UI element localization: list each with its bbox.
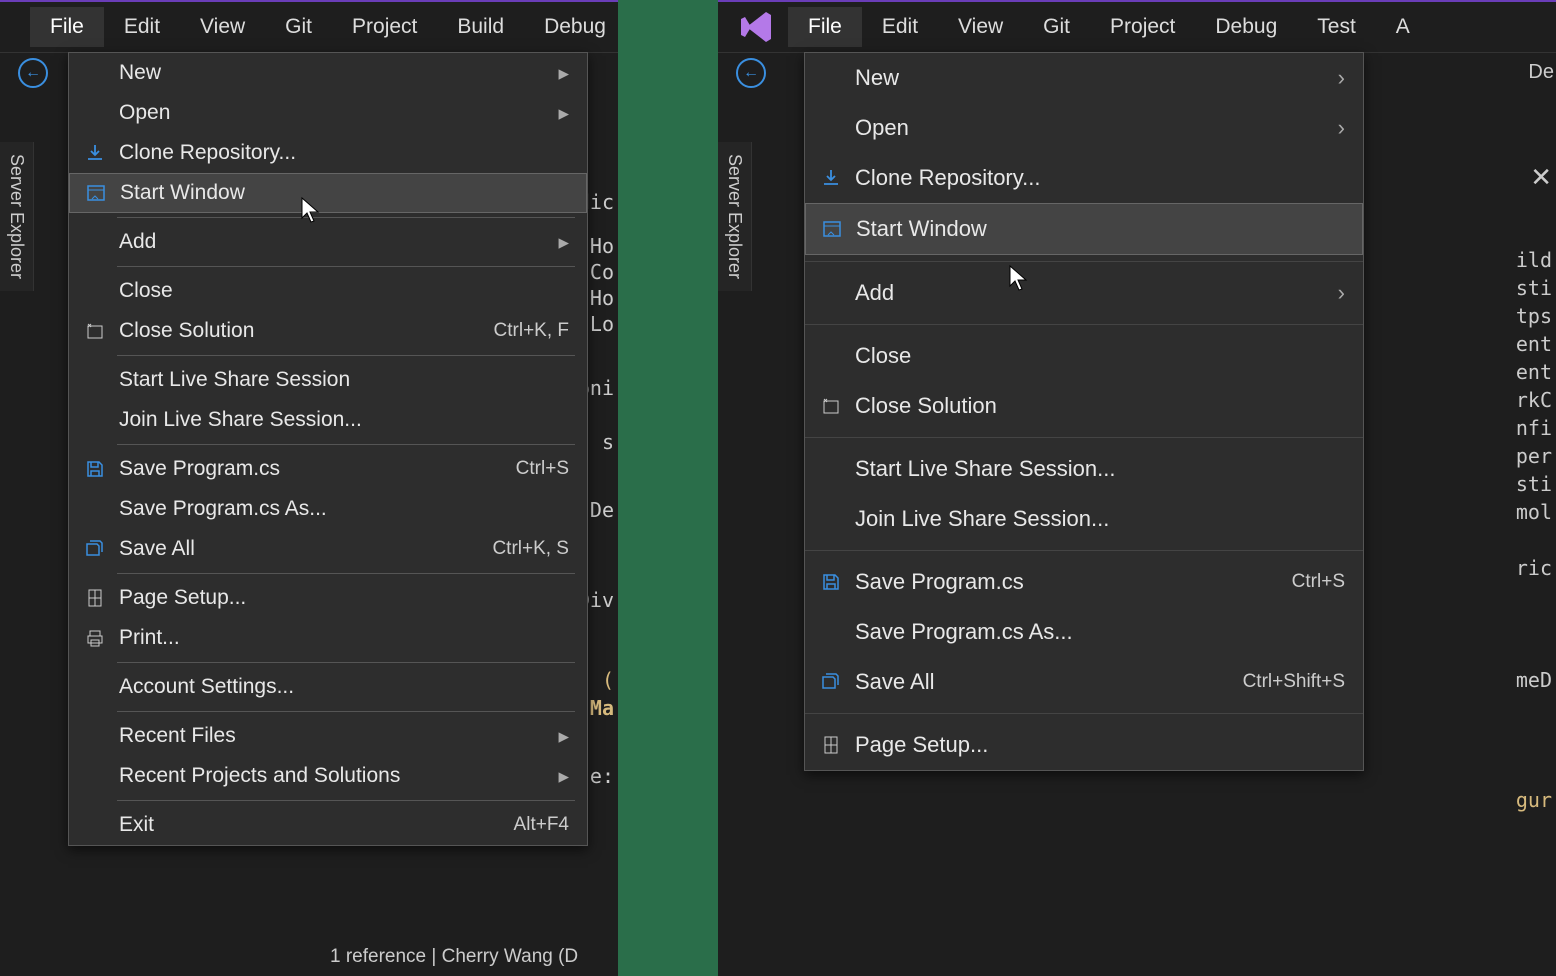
close-solution-icon (813, 394, 849, 418)
menu-edit[interactable]: Edit (862, 7, 938, 47)
menu-project[interactable]: Project (1090, 7, 1195, 47)
menu-view[interactable]: View (938, 7, 1023, 47)
menu-new[interactable]: New› (805, 53, 1363, 103)
menubar: PRE File Edit View Git Project Build Deb… (0, 2, 618, 52)
menu-start-window[interactable]: Start Window (69, 173, 587, 213)
menu-close-solution[interactable]: Close Solution (805, 381, 1363, 431)
menu-save[interactable]: Save Program.csCtrl+S (69, 449, 587, 489)
file-menu-dropdown: New▸ Open▸ Clone Repository... Start Win… (68, 52, 588, 846)
save-icon (813, 570, 849, 594)
menu-print[interactable]: Print... (69, 618, 587, 658)
menu-add[interactable]: Add› (805, 268, 1363, 318)
menu-build[interactable]: Build (437, 7, 524, 47)
download-icon (813, 166, 849, 190)
menu-close-solution[interactable]: Close SolutionCtrl+K, F (69, 311, 587, 351)
menu-clone[interactable]: Clone Repository... (805, 153, 1363, 203)
menu-save[interactable]: Save Program.csCtrl+S (805, 557, 1363, 607)
menu-save-all[interactable]: Save AllCtrl+K, S (69, 529, 587, 569)
code-fragment: mol (1512, 494, 1556, 530)
menu-open[interactable]: Open› (805, 103, 1363, 153)
code-fragment: ric (1512, 550, 1556, 586)
menu-analyze[interactable]: A (1376, 7, 1430, 47)
close-solution-icon (77, 319, 113, 343)
save-icon (77, 457, 113, 481)
menu-new[interactable]: New▸ (69, 53, 587, 93)
code-fragment: meD (1512, 662, 1556, 698)
menu-clone[interactable]: Clone Repository... (69, 133, 587, 173)
code-fragment: Lo (586, 306, 618, 342)
menu-recent-projects[interactable]: Recent Projects and Solutions▸ (69, 756, 587, 796)
menu-save-all[interactable]: Save AllCtrl+Shift+S (805, 657, 1363, 707)
menu-git[interactable]: Git (265, 7, 332, 47)
chevron-right-icon: ▸ (558, 61, 569, 86)
menu-edit[interactable]: Edit (104, 7, 180, 47)
status-references: 1 reference | Cherry Wang (D (330, 938, 578, 976)
menu-test[interactable]: Test (1297, 7, 1376, 47)
server-explorer-tab[interactable]: Server Explorer (0, 142, 34, 291)
window-home-icon (814, 217, 850, 241)
menu-debug[interactable]: Debug (1195, 7, 1297, 47)
code-fragment: Ma (586, 690, 618, 726)
vs-window-left: PRE File Edit View Git Project Build Deb… (0, 0, 618, 976)
menu-exit[interactable]: ExitAlt+F4 (69, 805, 587, 845)
menu-page-setup[interactable]: Page Setup... (69, 578, 587, 618)
vs-logo-icon (736, 7, 776, 47)
menu-save-as[interactable]: Save Program.cs As... (69, 489, 587, 529)
code-fragment: De (586, 492, 618, 528)
page-setup-icon (77, 586, 113, 610)
menu-start-window[interactable]: Start Window (805, 203, 1363, 255)
chevron-right-icon: › (1338, 115, 1345, 141)
menu-start-live-share[interactable]: Start Live Share Session... (805, 444, 1363, 494)
menu-start-live-share[interactable]: Start Live Share Session (69, 360, 587, 400)
window-home-icon (78, 181, 114, 205)
menu-close[interactable]: Close (69, 271, 587, 311)
menu-add[interactable]: Add▸ (69, 222, 587, 262)
menu-file[interactable]: File (788, 7, 862, 47)
menu-debug[interactable]: Debug (524, 7, 626, 47)
menu-join-live-share[interactable]: Join Live Share Session... (69, 400, 587, 440)
print-icon (77, 626, 113, 650)
menu-close[interactable]: Close (805, 331, 1363, 381)
menu-account-settings[interactable]: Account Settings... (69, 667, 587, 707)
page-setup-icon (813, 733, 849, 757)
menu-view[interactable]: View (180, 7, 265, 47)
save-all-icon (813, 670, 849, 694)
chevron-right-icon: ▸ (558, 101, 569, 126)
chevron-right-icon: › (1338, 65, 1345, 91)
menu-open[interactable]: Open▸ (69, 93, 587, 133)
menu-git[interactable]: Git (1023, 7, 1090, 47)
toolbar-text: De (1528, 61, 1554, 84)
menu-join-live-share[interactable]: Join Live Share Session... (805, 494, 1363, 544)
file-menu-dropdown: New› Open› Clone Repository... Start Win… (804, 52, 1364, 771)
menu-file[interactable]: File (30, 7, 104, 47)
vs-window-right: File Edit View Git Project Debug Test A … (718, 0, 1556, 976)
save-all-icon (77, 537, 113, 561)
close-icon[interactable]: ✕ (1530, 162, 1552, 193)
code-fragment: s (598, 424, 618, 460)
back-icon[interactable]: ← (18, 58, 48, 88)
chevron-right-icon: › (1338, 280, 1345, 306)
menu-page-setup[interactable]: Page Setup... (805, 720, 1363, 770)
chevron-right-icon: ▸ (558, 764, 569, 789)
download-icon (77, 141, 113, 165)
menubar: File Edit View Git Project Debug Test A (718, 2, 1556, 52)
menu-project[interactable]: Project (332, 7, 437, 47)
back-icon[interactable]: ← (736, 58, 766, 88)
chevron-right-icon: ▸ (558, 230, 569, 255)
code-fragment: gur (1512, 782, 1556, 818)
menu-recent-files[interactable]: Recent Files▸ (69, 716, 587, 756)
server-explorer-tab[interactable]: Server Explorer (718, 142, 752, 291)
chevron-right-icon: ▸ (558, 724, 569, 749)
menu-save-as[interactable]: Save Program.cs As... (805, 607, 1363, 657)
